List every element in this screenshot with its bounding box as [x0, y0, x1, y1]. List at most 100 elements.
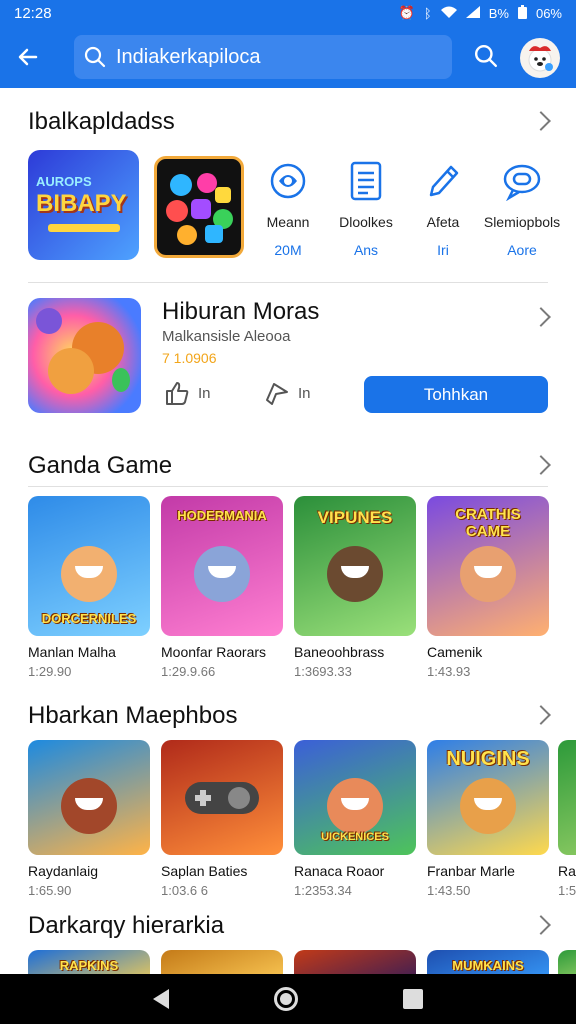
game-card[interactable]: DORCERNILES Manlan Malha 1:29.90	[28, 496, 150, 679]
thumbs-up-icon	[166, 382, 189, 405]
system-nav-bar	[0, 974, 576, 1024]
gamepad-icon	[185, 782, 259, 814]
chevron-right-icon[interactable]	[531, 915, 551, 935]
game-meta: 1:43.50	[427, 883, 471, 898]
battery-left-text: B%	[488, 5, 509, 21]
search-button[interactable]	[466, 36, 506, 76]
game-art: VIPUNES	[294, 496, 416, 636]
mascot-icon	[460, 777, 516, 834]
game-art: UICKENICES	[294, 740, 416, 855]
game-art[interactable]	[294, 950, 416, 974]
like-button[interactable]: In	[164, 380, 211, 406]
app-item-dloolkes[interactable]: Dloolkes Ans	[326, 158, 406, 258]
game-title: Saplan Baties	[161, 863, 248, 879]
game-card[interactable]: VIPUNES Baneoohbrass 1:3693.33	[294, 496, 416, 679]
divider	[28, 486, 548, 487]
status-time: 12:28	[14, 4, 52, 22]
art-label: VIPUNES	[317, 508, 393, 527]
game-card[interactable]: CRATHIS CAME Camenik 1:43.93	[427, 496, 549, 679]
game-title: Ranaca Roaor	[294, 863, 385, 879]
chevron-right-icon[interactable]	[531, 307, 551, 327]
game-title: Manlan Malha	[28, 644, 116, 660]
game-title: Camenik	[427, 644, 483, 660]
game-art[interactable]	[558, 950, 576, 974]
featured-subtitle: Malkansisle Aleooa	[162, 328, 291, 345]
game-meta: 1:5	[558, 883, 576, 898]
app-name: Afeta	[426, 214, 460, 230]
like-label: In	[198, 384, 211, 402]
search-icon	[474, 44, 498, 68]
app-tile-blocks[interactable]	[154, 156, 244, 258]
game-art[interactable]: RAPKINS	[28, 950, 150, 974]
dog-avatar-icon	[528, 46, 553, 72]
game-art	[28, 740, 150, 855]
game-art[interactable]: MUMKAINS	[427, 950, 549, 974]
art-label: DORCERNILES	[41, 611, 137, 626]
search-icon	[84, 46, 106, 68]
bluetooth-icon: ᛒ	[423, 5, 432, 21]
app-name: Meann	[266, 214, 310, 230]
mascot-icon	[61, 777, 117, 834]
game-meta: 1:29.90	[28, 664, 72, 679]
game-meta: 1:03.6 6	[161, 883, 208, 898]
game-art: DORCERNILES	[28, 496, 150, 636]
alarm-icon: ⏰	[398, 5, 415, 20]
game-title: Ra	[558, 863, 576, 879]
featured-title: Hiburan Moras	[162, 298, 320, 325]
game-card[interactable]: Raydanlaig 1:65.90	[28, 740, 150, 898]
game-meta: 1:43.93	[427, 664, 471, 679]
mascot-icon	[61, 546, 117, 602]
app-tile-bibapy[interactable]: AUROPS BIBAPY	[28, 150, 139, 260]
game-card[interactable]: HODERMANIA Moonfar Raorars 1:29.9.66	[161, 496, 283, 679]
search-input[interactable]: Indiakerkapiloca	[74, 35, 452, 79]
game-title: Raydanlaig	[28, 863, 99, 879]
art-label: UICKENICES	[321, 831, 389, 843]
divider	[28, 282, 548, 283]
app-meta: Aore	[507, 242, 537, 258]
arrow-left-icon	[18, 48, 38, 66]
share-icon	[266, 383, 288, 405]
share-button[interactable]: In	[264, 380, 311, 406]
section-title: Ganda Game	[28, 452, 173, 479]
app-bar: Indiakerkapiloca	[0, 26, 576, 88]
avatar[interactable]	[520, 38, 560, 78]
game-card[interactable]: NUIGINS Franbar Marle 1:43.50	[427, 740, 549, 898]
art-label: MUMKAINS	[452, 958, 524, 973]
featured-rating: 7 1.0906	[162, 350, 217, 366]
mascot-icon	[327, 777, 383, 834]
chevron-right-icon[interactable]	[531, 705, 551, 725]
app-name: Slemiopbols	[483, 214, 561, 230]
back-button[interactable]	[0, 26, 56, 88]
mascot-icon	[460, 546, 516, 602]
game-meta: 1:29.9.66	[161, 664, 216, 679]
app-name: Dloolkes	[339, 214, 393, 230]
back-icon[interactable]	[152, 989, 169, 1009]
app-item-afeta[interactable]: Afeta Iri	[403, 158, 483, 258]
art-label: NUIGINS	[446, 748, 530, 770]
game-art[interactable]	[161, 950, 283, 974]
game-card[interactable]: Ra 1:5	[558, 740, 576, 898]
game-title: Franbar Marle	[427, 863, 515, 879]
game-art	[558, 740, 576, 855]
status-bar: 12:28 ⏰ ᛒ B% 06%	[0, 0, 576, 26]
chevron-right-icon[interactable]	[531, 455, 551, 475]
game-card[interactable]: Saplan Baties 1:03.6 6	[161, 740, 283, 898]
tile-label-top: AUROPS	[36, 174, 92, 189]
game-art: HODERMANIA	[161, 496, 283, 636]
app-meta: Iri	[437, 242, 449, 258]
game-title: Moonfar Raorars	[161, 644, 267, 660]
app-meta: 20M	[274, 242, 302, 258]
app-item-meann[interactable]: Meann 20M	[248, 158, 328, 258]
game-card[interactable]: UICKENICES Ranaca Roaor 1:2353.34	[294, 740, 416, 898]
app-item-slemiopbols[interactable]: Slemiopbols Aore	[482, 158, 562, 258]
chevron-right-icon[interactable]	[531, 111, 551, 131]
game-meta: 1:2353.34	[294, 883, 352, 898]
tile-label: BIBAPY	[36, 190, 127, 217]
bear-mascot-icon	[48, 348, 94, 394]
home-icon[interactable]	[273, 987, 298, 1011]
balloon-icon	[112, 368, 130, 392]
featured-app-art[interactable]	[28, 298, 141, 413]
art-label: CRATHIS CAME	[455, 506, 521, 540]
recents-icon[interactable]	[403, 989, 424, 1009]
install-button[interactable]: Tohhkan	[364, 376, 548, 413]
